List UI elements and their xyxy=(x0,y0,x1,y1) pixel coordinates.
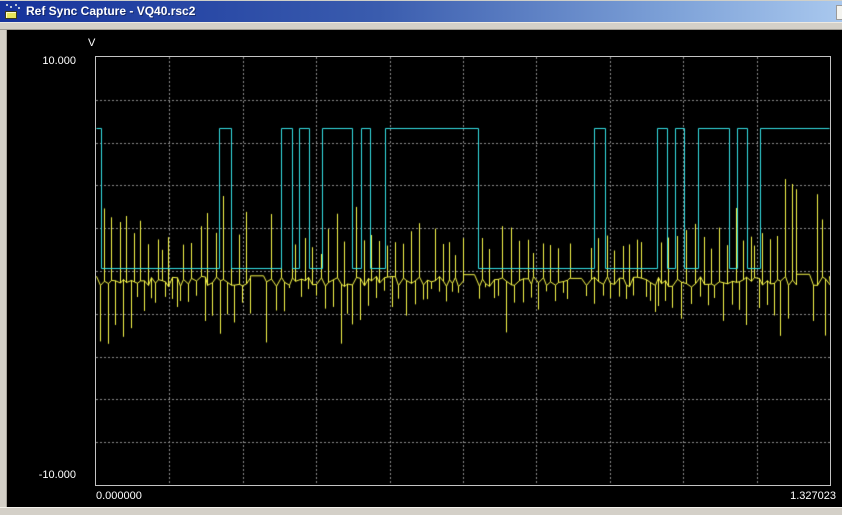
waveform-window-icon xyxy=(5,4,21,20)
ref-sync-capture-window: Ref Sync Capture - VQ40.rsc2 V 10.000 -1… xyxy=(0,0,842,515)
x-axis-start-label: 0.000000 xyxy=(96,490,142,503)
icon-capture-rect xyxy=(5,11,17,19)
y-axis-max-label: 10.000 xyxy=(16,55,76,68)
icon-pixel xyxy=(6,4,8,6)
icon-pixel xyxy=(18,7,20,9)
window-frame-left xyxy=(0,30,7,507)
icon-pixel xyxy=(15,4,17,6)
waveform-canvas xyxy=(96,57,830,485)
y-axis-min-label: -10.000 xyxy=(12,469,76,482)
y-axis-unit-label: V xyxy=(88,37,95,50)
titlebar[interactable]: Ref Sync Capture - VQ40.rsc2 xyxy=(0,0,842,22)
window-title: Ref Sync Capture - VQ40.rsc2 xyxy=(26,1,195,23)
icon-pixel xyxy=(10,6,12,8)
window-frame-bottom xyxy=(0,507,842,515)
window-control-button[interactable] xyxy=(836,5,842,20)
window-frame-top xyxy=(0,22,842,30)
x-axis-end-label: 1.327023 xyxy=(758,490,836,503)
